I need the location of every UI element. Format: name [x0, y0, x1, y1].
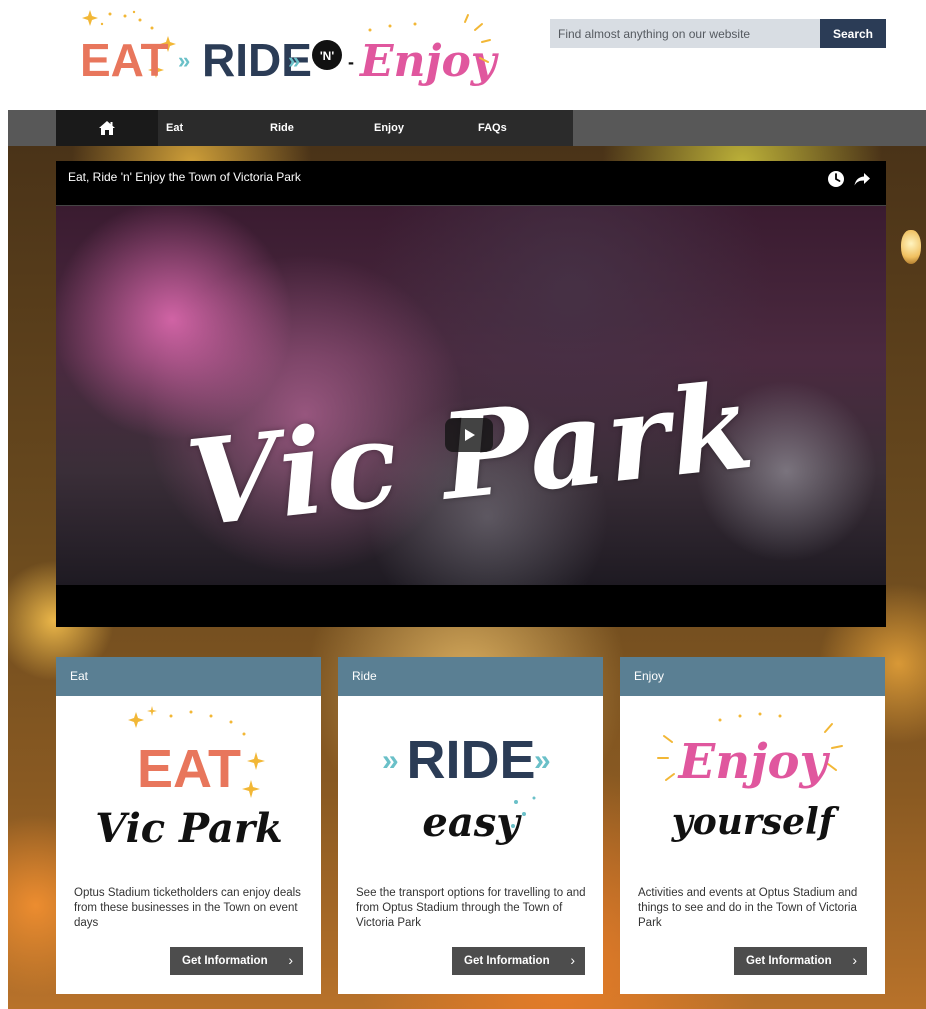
card-ride: Ride » RIDE » easy See the transport opt… [338, 657, 603, 994]
card-logo-line2: Vic Park [95, 805, 283, 852]
logo-arrows-icon: » [288, 48, 300, 73]
share-icon[interactable] [853, 170, 871, 188]
search-input[interactable] [550, 19, 820, 48]
video-player[interactable]: Vic Park Eat, Ride 'n' Enjoy the Town of… [56, 161, 886, 627]
main-nav: Eat Ride Enjoy FAQs [8, 110, 926, 146]
nav-item-eat[interactable]: Eat [166, 110, 183, 146]
play-icon [465, 429, 475, 441]
card-eat: Eat EAT Vic Park Optus Stadium tickethol… [56, 657, 321, 994]
home-icon [99, 121, 115, 135]
chevron-right-icon: › [852, 952, 857, 968]
card-logo-line1: EAT [137, 739, 241, 799]
video-header: Eat, Ride 'n' Enjoy the Town of Victoria… [56, 161, 886, 205]
get-information-label: Get Information [182, 955, 268, 967]
site-logo-graphic: EAT » RIDE » 'N' - Enjoy [80, 10, 500, 87]
card-description: Optus Stadium ticketholders can enjoy de… [74, 887, 301, 929]
card-logo-line2: yourself [671, 801, 840, 843]
chevron-right-icon: › [288, 952, 293, 968]
logo-arrows-icon: » [178, 48, 190, 73]
chevron-right-icon: › [570, 952, 575, 968]
card-header[interactable]: Eat [56, 657, 321, 696]
video-title[interactable]: Eat, Ride 'n' Enjoy the Town of Victoria… [68, 170, 301, 184]
get-information-button[interactable]: Get Information › [734, 947, 867, 975]
card-logo-line2: easy [422, 799, 522, 846]
enjoy-yourself-logo: Enjoy yourself [657, 712, 843, 843]
nav-home-link[interactable] [56, 110, 158, 146]
search-button[interactable]: Search [820, 19, 886, 48]
ride-easy-logo: » RIDE » easy [382, 730, 551, 846]
nav-item-enjoy[interactable]: Enjoy [374, 110, 404, 146]
logo-enjoy-text: Enjoy [358, 36, 500, 87]
get-information-button[interactable]: Get Information › [170, 947, 303, 975]
nav-item-faqs[interactable]: FAQs [478, 110, 507, 146]
arrows-right-icon: » [534, 744, 551, 777]
card-logo-line1: RIDE [406, 730, 535, 790]
play-button[interactable] [445, 418, 493, 452]
video-frame[interactable]: Vic Park [56, 205, 886, 585]
site-logo[interactable]: EAT » RIDE » 'N' - Enjoy [70, 6, 510, 96]
logo-dash: - [348, 52, 354, 72]
card-description: See the transport options for travelling… [356, 887, 586, 929]
sparkle-dots [368, 22, 417, 32]
card-description: Activities and events at Optus Stadium a… [638, 887, 858, 929]
logo-n-text: 'N' [320, 49, 335, 63]
clock-icon[interactable] [827, 170, 845, 188]
sparkle-dots [718, 712, 782, 722]
card-header[interactable]: Enjoy [620, 657, 885, 696]
site-header: EAT » RIDE » 'N' - Enjoy Search [0, 0, 926, 110]
arrows-left-icon: » [382, 744, 399, 777]
logo-eat-text: EAT [80, 34, 169, 86]
light-bulb-decoration [901, 230, 921, 264]
card-header[interactable]: Ride [338, 657, 603, 696]
get-information-label: Get Information [464, 955, 550, 967]
video-watermark: Vic Park [180, 355, 762, 554]
card-logo-line1: Enjoy [677, 734, 831, 790]
get-information-label: Get Information [746, 955, 832, 967]
eat-vic-park-logo: EAT Vic Park [95, 706, 283, 852]
nav-item-ride[interactable]: Ride [270, 110, 294, 146]
main-nav-menu: Eat Ride Enjoy FAQs [56, 110, 573, 146]
card-enjoy: Enjoy Enjoy yourself Activities and even… [620, 657, 885, 994]
get-information-button[interactable]: Get Information › [452, 947, 585, 975]
